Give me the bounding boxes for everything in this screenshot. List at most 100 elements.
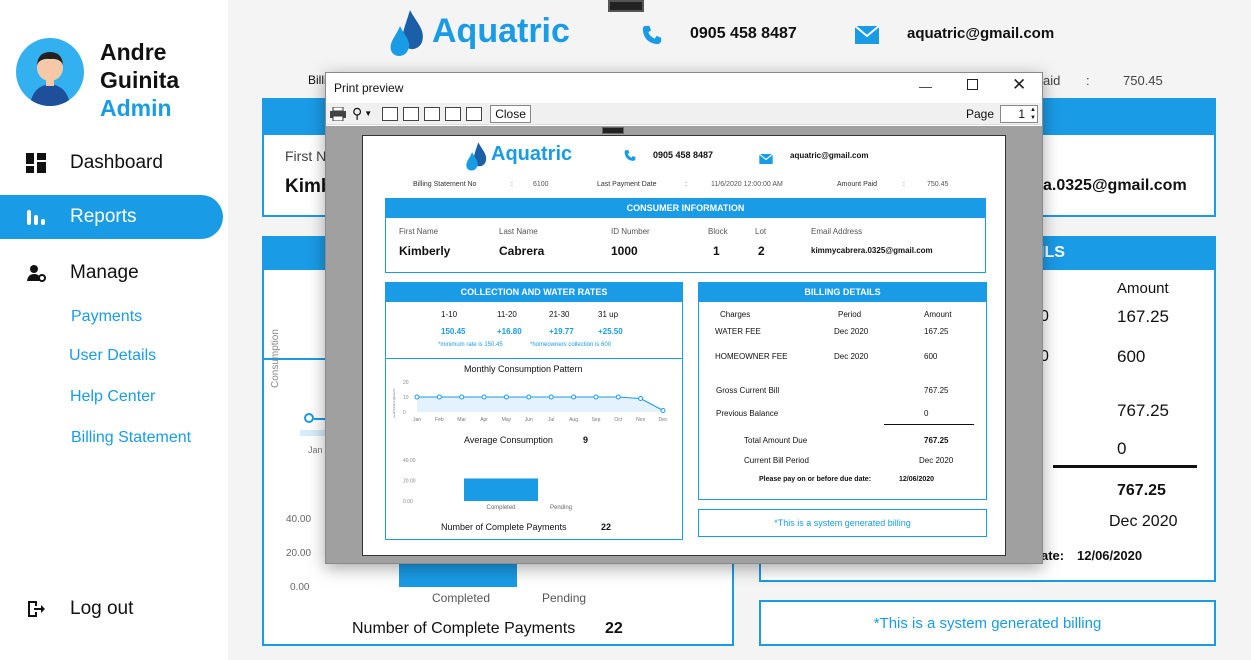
logo-drop-icon bbox=[388, 8, 428, 60]
pv-line-point bbox=[459, 394, 465, 400]
preview-drag-handle[interactable] bbox=[602, 127, 624, 134]
pv-line-xtick: Jan bbox=[413, 417, 421, 423]
pv-prev-value: 0 bbox=[924, 409, 929, 418]
pv-label-first-name: First Name bbox=[399, 227, 439, 236]
close-icon[interactable]: ✕ bbox=[1012, 75, 1026, 95]
logout-button[interactable]: Log out bbox=[0, 587, 223, 631]
pv-water-fee-amount: 167.25 bbox=[924, 327, 949, 336]
minimize-icon[interactable]: — bbox=[919, 79, 932, 94]
dialog-toolbar: ⚲ ▼ Close Page 1 ▲ ▼ bbox=[326, 103, 1042, 125]
page-input[interactable]: 1 ▲ ▼ bbox=[1000, 104, 1038, 123]
pv-bar-label: Pending bbox=[550, 505, 572, 511]
logout-label: Log out bbox=[70, 598, 134, 619]
pv-line-xtick: Dec bbox=[659, 417, 668, 423]
pv-billing-no: 6100 bbox=[533, 181, 549, 188]
pv-line-ylabel: Consumption bbox=[393, 388, 397, 418]
three-pages-icon[interactable] bbox=[424, 106, 441, 121]
pv-due-text: Please pay on or before due date: bbox=[759, 476, 872, 483]
pv-line-xtick: Aug bbox=[569, 417, 578, 423]
one-page-icon[interactable] bbox=[382, 106, 399, 121]
four-pages-icon[interactable] bbox=[445, 106, 462, 121]
pv-rate-3: +19.77 bbox=[549, 327, 574, 336]
page-spinner-icon[interactable]: ▲ ▼ bbox=[1030, 106, 1036, 122]
maximize-icon[interactable] bbox=[967, 79, 978, 90]
bg-ytick-40: 40.00 bbox=[286, 514, 312, 525]
sub-payments[interactable]: Payments bbox=[71, 308, 142, 326]
user-last-name: Guinita bbox=[100, 67, 180, 93]
sub-billing-statement[interactable]: Billing Statement bbox=[71, 429, 191, 447]
bg-system-note: *This is a system generated billing bbox=[759, 600, 1216, 646]
sub-user-details[interactable]: User Details bbox=[69, 347, 156, 365]
pv-line-xtick: Nov bbox=[636, 417, 645, 423]
zoom-dropdown-icon[interactable]: ▼ bbox=[364, 109, 372, 118]
bg-bar-completed bbox=[399, 563, 517, 587]
pv-homeowner-label: HOMEOWNER FEE bbox=[715, 352, 788, 361]
reports-icon bbox=[24, 205, 48, 229]
sub-help-center[interactable]: Help Center bbox=[70, 388, 155, 406]
pv-line-point bbox=[526, 394, 532, 400]
pv-line-ytick: 10 bbox=[403, 395, 409, 401]
pv-line-xtick: Apr bbox=[480, 417, 488, 423]
preview-canvas[interactable]: Aquatric 0905 458 8487 aquatric@gmail.co… bbox=[326, 126, 1042, 563]
pv-brand: Aquatric bbox=[491, 143, 573, 165]
preview-page: Aquatric 0905 458 8487 aquatric@gmail.co… bbox=[362, 135, 1006, 556]
pv-line-point bbox=[503, 394, 509, 400]
pv-line-ytick: 20 bbox=[403, 380, 409, 386]
pv-range-1: 1-10 bbox=[441, 310, 458, 319]
pv-line-point bbox=[436, 394, 442, 400]
pv-line-point bbox=[481, 394, 487, 400]
pv-bar-ytick: 40.00 bbox=[403, 458, 416, 464]
pv-line-xtick: Jul bbox=[548, 417, 554, 423]
pv-range-3: 21-30 bbox=[549, 310, 570, 319]
pv-line-xtick: Sep bbox=[591, 417, 600, 423]
pv-logo-drop-icon bbox=[463, 141, 491, 173]
pv-gross-label: Gross Current Bill bbox=[716, 386, 780, 395]
pv-lot: 2 bbox=[758, 244, 765, 258]
email-icon bbox=[854, 25, 880, 49]
two-pages-icon[interactable] bbox=[403, 106, 420, 121]
pv-line-point bbox=[414, 394, 420, 400]
print-icon[interactable] bbox=[330, 106, 346, 121]
pv-amount-paid: 750.45 bbox=[927, 181, 949, 188]
pv-bar-ytick: 0.00 bbox=[403, 499, 413, 505]
pv-water-fee-label: WATER FEE bbox=[715, 327, 761, 336]
pv-rate-1: 150.45 bbox=[441, 327, 466, 336]
bg-complete-payments-value: 22 bbox=[605, 620, 623, 637]
bg-bar-label-completed: Completed bbox=[432, 591, 491, 605]
bg-total-rule bbox=[1053, 465, 1197, 468]
pv-homeowner-amount: 600 bbox=[924, 352, 938, 361]
pv-rate-4: +25.50 bbox=[598, 327, 623, 336]
close-button[interactable]: Close bbox=[490, 104, 531, 123]
bg-amount-paid: 750.45 bbox=[1123, 73, 1163, 88]
six-pages-icon[interactable] bbox=[466, 106, 483, 121]
nav-dashboard[interactable]: Dashboard bbox=[0, 141, 223, 185]
nav-manage[interactable]: Manage bbox=[0, 251, 223, 295]
nav-reports[interactable]: Reports bbox=[0, 195, 223, 239]
bg-total-value: 767.25 bbox=[1117, 482, 1166, 499]
bg-billing-label: Billi bbox=[308, 73, 327, 87]
pv-line-area bbox=[417, 397, 663, 412]
bg-line-point bbox=[304, 413, 314, 423]
pv-total-rule bbox=[884, 424, 974, 425]
pv-rate-2: +16.80 bbox=[497, 327, 522, 336]
pv-line-xtick: Feb bbox=[435, 417, 444, 423]
bg-amount-4: 0 bbox=[1117, 439, 1127, 458]
page-label: Page bbox=[965, 106, 994, 121]
pv-label-email: Email Address bbox=[811, 227, 863, 236]
pv-last-payment: 11/6/2020 12:00:00 AM bbox=[711, 181, 783, 188]
pv-billing-no-label: Billing Statement No bbox=[413, 181, 477, 188]
bg-period-value: Dec 2020 bbox=[1109, 513, 1178, 530]
header-phone: 0905 458 8487 bbox=[690, 25, 797, 42]
user-gear-icon bbox=[24, 261, 48, 285]
pv-line-point bbox=[660, 408, 666, 413]
nav-reports-label: Reports bbox=[70, 206, 137, 227]
pv-consumer-box: CONSUMER INFORMATION bbox=[385, 198, 986, 273]
drag-handle[interactable] bbox=[608, 0, 644, 12]
zoom-icon[interactable]: ⚲ bbox=[352, 105, 362, 122]
pv-homeowner-period: Dec 2020 bbox=[834, 352, 869, 361]
pv-col-charges: Charges bbox=[720, 310, 751, 319]
bg-consumption-label: Consumption bbox=[270, 329, 281, 388]
bg-bar-label-pending: Pending bbox=[542, 591, 587, 605]
bg-amount-1: 167.25 bbox=[1117, 307, 1169, 326]
pv-system-note: *This is a system generated billing bbox=[698, 509, 987, 537]
